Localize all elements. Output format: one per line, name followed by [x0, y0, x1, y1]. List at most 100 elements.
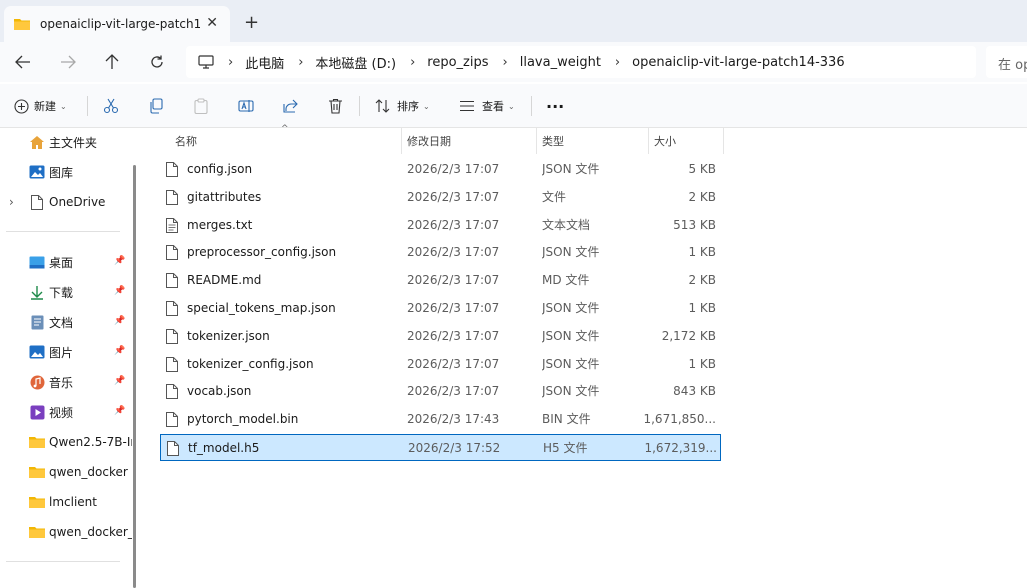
sidebar-item-label: 文档 [49, 315, 74, 330]
sidebar-item-gallery[interactable]: 图库 [0, 158, 132, 186]
chevron-right-icon: › [298, 54, 304, 70]
column-header-date[interactable]: 修改日期 [407, 128, 451, 154]
navigation-bar: › 此电脑 › 本地磁盘 (D:) › repo_zips › llava_we… [0, 42, 1027, 82]
column-header-type[interactable]: 类型 [542, 128, 564, 154]
file-size: 2,172 KB [661, 328, 716, 343]
navigation-pane: 主文件夹 图库 › OneDrive 桌面 📌 下载 📌 文档 📌 图片 📌 音… [0, 128, 138, 588]
sidebar-item-documents[interactable]: 文档 📌 [0, 308, 132, 336]
breadcrumb-current-folder[interactable]: openaiclip-vit-large-patch14-336 [632, 55, 844, 70]
breadcrumb-this-pc[interactable]: 此电脑 [245, 53, 284, 72]
file-name-cell: tokenizer.json [166, 323, 402, 350]
sidebar-item-label: OneDrive [49, 195, 106, 209]
sidebar-item-label: Qwen2.5-7B-In [49, 435, 132, 449]
sidebar-item-videos[interactable]: 视频 📌 [0, 398, 132, 426]
pin-icon: 📌 [114, 286, 126, 296]
text-file-icon [166, 217, 187, 233]
sidebar-item-qwen-docker-2[interactable]: qwen_docker_ [0, 518, 132, 546]
sidebar-item-label: qwen_docker_ [49, 525, 132, 539]
cut-button[interactable] [103, 94, 119, 118]
column-divider[interactable] [723, 128, 724, 154]
file-name: tf_model.h5 [188, 441, 260, 455]
refresh-button[interactable] [146, 51, 168, 73]
gallery-icon [29, 164, 45, 180]
copy-button[interactable] [148, 94, 164, 118]
file-row[interactable]: README.md 2026/2/3 17:07 MD 文件 2 KB [160, 267, 721, 294]
tab-bar: openaiclip-vit-large-patch14-3 ✕ + [0, 0, 1027, 42]
rename-button[interactable] [238, 94, 254, 118]
tab-current[interactable]: openaiclip-vit-large-patch14-3 ✕ [4, 6, 230, 42]
sidebar-item-desktop[interactable]: 桌面 📌 [0, 248, 132, 276]
file-name-cell: merges.txt [166, 212, 402, 239]
file-row[interactable]: merges.txt 2026/2/3 17:07 文本文档 513 KB [160, 212, 721, 239]
toolbar-divider [531, 96, 532, 116]
sidebar-item-qwen2-5[interactable]: Qwen2.5-7B-In [0, 428, 132, 456]
column-header-size[interactable]: 大小 [654, 128, 676, 154]
chevron-down-icon: ⌄ [423, 101, 430, 111]
new-tab-button[interactable]: + [244, 12, 259, 33]
column-divider[interactable] [401, 128, 402, 154]
file-row[interactable]: tokenizer.json 2026/2/3 17:07 JSON 文件 2,172… [160, 323, 721, 350]
file-icon [29, 194, 45, 210]
column-name-label: 名称 [175, 135, 197, 148]
file-size: 843 KB [673, 384, 716, 399]
forward-button[interactable] [57, 51, 79, 73]
more-options-button[interactable]: ··· [546, 94, 564, 118]
sidebar-item-downloads[interactable]: 下载 📌 [0, 278, 132, 306]
file-row[interactable]: config.json 2026/2/3 17:07 JSON 文件 5 KB [160, 156, 721, 183]
sidebar-item-lmclient[interactable]: lmclient [0, 488, 132, 516]
new-label: 新建 [34, 100, 56, 113]
column-header-name[interactable]: 名称 [175, 128, 197, 154]
toolbar-divider [359, 96, 360, 116]
file-date: 2026/2/3 17:07 [407, 217, 500, 232]
view-list-icon [460, 100, 474, 112]
sidebar-item-qwen-docker[interactable]: qwen_docker [0, 458, 132, 486]
close-icon[interactable]: ✕ [206, 15, 218, 31]
file-date: 2026/2/3 17:07 [407, 301, 500, 315]
file-row[interactable]: tf_model.h5 2026/2/3 17:52 H5 文件 1,672,319.… [160, 434, 721, 461]
search-input[interactable]: 在 op [986, 46, 1027, 78]
file-row[interactable]: pytorch_model.bin 2026/2/3 17:43 BIN 文件 1,6… [160, 406, 721, 433]
breadcrumb-repo-zips[interactable]: repo_zips [427, 55, 488, 70]
sidebar-item-music[interactable]: 音乐 📌 [0, 368, 132, 396]
sidebar-scrollbar[interactable] [133, 165, 136, 588]
chevron-right-icon: › [9, 195, 14, 209]
file-name-cell: config.json [166, 156, 402, 183]
up-button[interactable] [101, 51, 123, 73]
pin-icon: 📌 [114, 376, 126, 386]
view-button[interactable]: 查看 ⌄ [459, 94, 515, 118]
file-size: 513 KB [673, 217, 716, 232]
breadcrumb-local-disk[interactable]: 本地磁盘 (D:) [315, 53, 396, 72]
breadcrumb-llava-weight[interactable]: llava_weight [520, 55, 601, 70]
sidebar-item-pictures[interactable]: 图片 📌 [0, 338, 132, 366]
delete-button[interactable] [328, 94, 343, 118]
column-size-label: 大小 [654, 135, 676, 148]
file-row[interactable]: tokenizer_config.json 2026/2/3 17:07 JSON … [160, 351, 721, 378]
back-button[interactable] [12, 51, 34, 73]
sidebar-item-label: 下载 [49, 285, 74, 300]
file-name: vocab.json [187, 384, 252, 399]
file-row[interactable]: special_tokens_map.json 2026/2/3 17:07 JSO… [160, 295, 721, 322]
file-row[interactable]: preprocessor_config.json 2026/2/3 17:07 JS… [160, 239, 721, 266]
copy-icon [150, 98, 163, 114]
sidebar-item-home[interactable]: 主文件夹 [0, 128, 132, 156]
address-bar[interactable]: › 此电脑 › 本地磁盘 (D:) › repo_zips › llava_we… [186, 46, 976, 78]
sort-button[interactable]: 排序 ⌄ [375, 94, 430, 118]
sidebar-item-onedrive[interactable]: › OneDrive [0, 188, 132, 216]
new-button[interactable]: 新建 ⌄ [14, 94, 67, 118]
file-name: tokenizer.json [187, 328, 270, 343]
paste-button[interactable] [193, 94, 209, 118]
share-button[interactable] [283, 94, 299, 118]
file-name: config.json [187, 162, 253, 176]
column-divider[interactable] [536, 128, 537, 154]
column-divider[interactable] [648, 128, 649, 154]
sidebar-item-label: 图库 [49, 165, 74, 180]
file-name-cell: preprocessor_config.json [166, 239, 402, 266]
file-row[interactable]: gitattributes 2026/2/3 17:07 文件 2 KB [160, 184, 721, 211]
file-name: README.md [187, 273, 262, 288]
file-row[interactable]: vocab.json 2026/2/3 17:07 JSON 文件 843 KB [160, 378, 721, 405]
folder-icon [29, 464, 45, 480]
sidebar-item-label: 图片 [49, 345, 74, 360]
rename-icon [238, 100, 254, 112]
chevron-right-icon: › [614, 54, 621, 70]
chevron-down-icon: ⌄ [508, 101, 515, 111]
